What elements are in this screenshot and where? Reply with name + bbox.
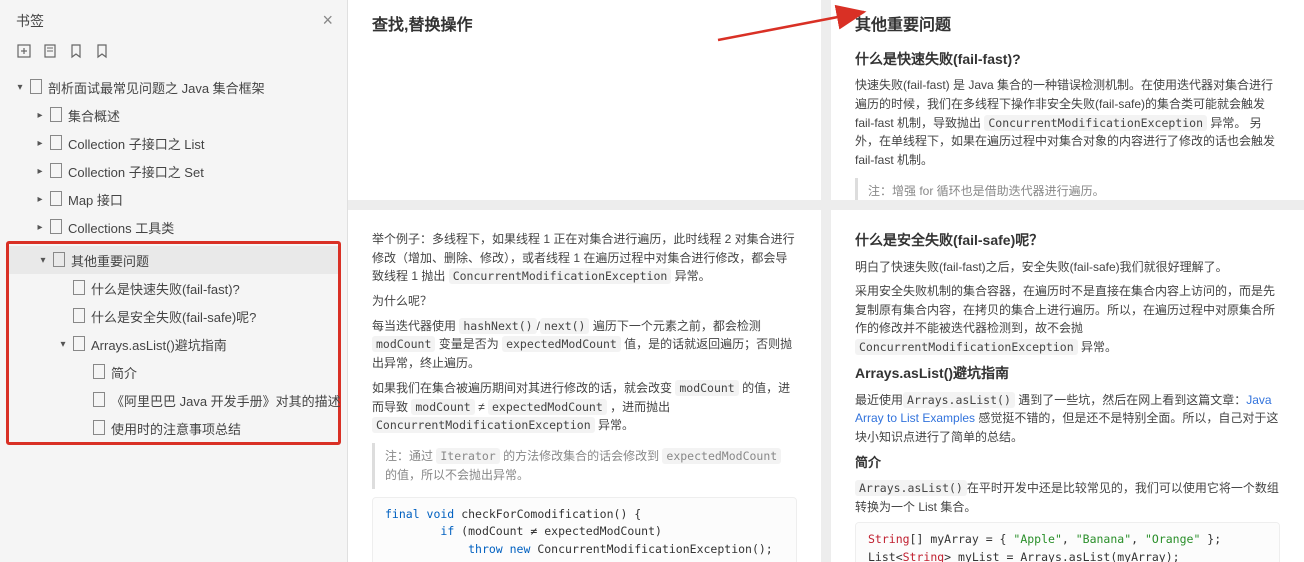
chevron-right-icon: ▸ [34,165,46,177]
chevron-down-icon: ▾ [57,338,69,350]
tree-item[interactable]: 使用时的注意事项总结 [9,414,338,442]
tree-item[interactable]: 什么是快速失败(fail-fast)? [9,274,338,302]
paragraph: Arrays.asList()在平时开发中还是比较常见的，我们可以使用它将一个数… [855,479,1280,516]
close-icon[interactable]: × [322,10,333,31]
tree-item-active[interactable]: ▾ 其他重要问题 [9,246,338,274]
code-block: String[] myArray = { "Apple", "Banana", … [855,522,1280,562]
tree-label: 简介 [111,363,137,382]
tree-item[interactable]: ▸ Map 接口 [0,185,347,213]
tree-item[interactable]: 简介 [9,358,338,386]
bookmark-icon [93,421,105,435]
chevron-down-icon: ▾ [14,81,26,93]
bookmark-icon [50,192,62,206]
sidebar-toolbar [0,37,347,69]
bookmark-icon [30,80,42,94]
note-block: 注：通过 Iterator 的方法修改集合的话会修改到 expectedModC… [372,443,797,488]
chevron-right-icon: ▸ [34,193,46,205]
bookmark-icon [50,220,62,234]
bookmark-icon [50,108,62,122]
section-heading: 其他重要问题 [855,14,1280,39]
chevron-right-icon: ▸ [34,109,46,121]
tree-item[interactable]: ▸ Collection 子接口之 Set [0,157,347,185]
tree-label: 什么是快速失败(fail-fast)? [91,279,240,298]
subsection-heading: 什么是安全失败(fail-safe)呢？ [855,230,1280,252]
add-bookmark-icon[interactable] [16,43,32,59]
paragraph: 每当迭代器使用 hashNext()/next() 遍历下一个元素之前，都会检测… [372,317,797,373]
paragraph: 为什么呢？ [372,292,797,311]
paragraph: 如果我们在集合被遍历期间对其进行修改的话，就会改变 modCount 的值，进而… [372,379,797,435]
pane-bottom-left: 举个例子：多线程下，如果线程 1 正在对集合进行遍历，此时线程 2 对集合进行修… [348,210,821,562]
tree-label: 剖析面试最常见问题之 Java 集合框架 [48,78,265,97]
subsection-heading: Arrays.asList()避坑指南 [855,363,1280,385]
pane-top-right: 其他重要问题 什么是快速失败(fail-fast)? 快速失败(fail-fas… [831,0,1304,200]
bookmark-tree: ▾ 剖析面试最常见问题之 Java 集合框架 ▸ 集合概述 ▸ Collecti… [0,69,347,453]
sidebar-title: 书签 [16,11,44,31]
bookmark-icon [50,164,62,178]
paragraph: 采用安全失败机制的集合容器，在遍历时不是直接在集合内容上访问的，而是先复制原有集… [855,282,1280,357]
bookmark-icon [73,281,85,295]
note-block: 注：增强 for 循环也是借助迭代器进行遍历。 [855,178,1280,200]
tree-label: Collections 工具类 [68,218,174,237]
tree-label: 其他重要问题 [71,251,149,270]
bookmark-icon [53,253,65,267]
tree-label: 使用时的注意事项总结 [111,419,241,438]
tree-item[interactable]: ▸ Collections 工具类 [0,213,347,241]
bookmarks-sidebar: 书签 × ▾ 剖析面试最常见问题之 Java 集合框架 ▸ 集合概述 ▸ [0,0,348,562]
tree-item[interactable]: ▸ 集合概述 [0,101,347,129]
pane-top-left: 查找,替换操作 [348,0,821,200]
section-heading: 查找,替换操作 [372,14,797,39]
tree-label: Collection 子接口之 List [68,134,205,153]
tree-root[interactable]: ▾ 剖析面试最常见问题之 Java 集合框架 [0,73,347,101]
highlighted-section: ▾ 其他重要问题 什么是快速失败(fail-fast)? 什么是安全失败(fai… [6,241,341,445]
chevron-down-icon: ▾ [37,254,49,266]
bookmark-icon [93,393,105,407]
tree-label: 《阿里巴巴 Java 开发手册》对其的描述 [111,391,341,410]
tree-label: Map 接口 [68,190,123,209]
tree-label: Arrays.asList()避坑指南 [91,335,227,354]
tree-item[interactable]: 什么是安全失败(fail-safe)呢? [9,302,338,330]
bookmark-list-icon[interactable] [42,43,58,59]
bookmark-flag-icon[interactable] [68,43,84,59]
tree-label: 集合概述 [68,106,120,125]
bookmark-icon [50,136,62,150]
tree-label: 什么是安全失败(fail-safe)呢? [91,307,256,326]
tree-item[interactable]: 《阿里巴巴 Java 开发手册》对其的描述 [9,386,338,414]
bookmark-icon [93,365,105,379]
pane-bottom-right: 什么是安全失败(fail-safe)呢？ 明白了快速失败(fail-fast)之… [831,210,1304,562]
code-inline: ConcurrentModificationException [984,115,1207,131]
paragraph: 快速失败(fail-fast) 是 Java 集合的一种错误检测机制。在使用迭代… [855,76,1280,169]
paragraph: 最近使用Arrays.asList() 遇到了一些坑，然后在网上看到这篇文章：J… [855,391,1280,447]
paragraph: 举个例子：多线程下，如果线程 1 正在对集合进行遍历，此时线程 2 对集合进行修… [372,230,797,286]
paragraph: 明白了快速失败(fail-fast)之后，安全失败(fail-safe)我们就很… [855,258,1280,277]
bookmark-icon [73,309,85,323]
subsection-heading: 什么是快速失败(fail-fast)? [855,49,1280,71]
main-content: 查找,替换操作 其他重要问题 什么是快速失败(fail-fast)? 快速失败(… [348,0,1304,562]
tree-item[interactable]: ▾ Arrays.asList()避坑指南 [9,330,338,358]
tree-item[interactable]: ▸ Collection 子接口之 List [0,129,347,157]
chevron-right-icon: ▸ [34,137,46,149]
code-block: final void checkForComodification() { if… [372,497,797,562]
code-inline: ConcurrentModificationException [449,268,672,284]
subsubsection-heading: 简介 [855,453,1280,473]
tree-label: Collection 子接口之 Set [68,162,204,181]
bookmark-outline-icon[interactable] [94,43,110,59]
bookmark-icon [73,337,85,351]
chevron-right-icon: ▸ [34,221,46,233]
